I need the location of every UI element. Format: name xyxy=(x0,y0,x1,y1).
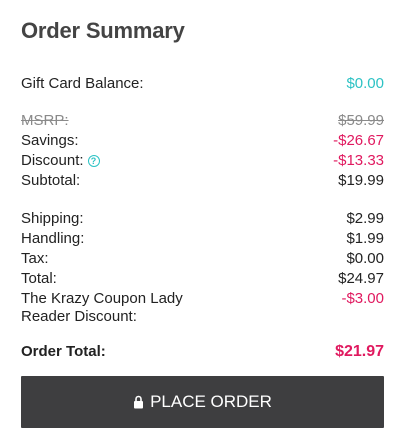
place-order-button[interactable]: PLACE ORDER xyxy=(21,376,384,428)
page-title: Order Summary xyxy=(21,18,185,43)
help-icon[interactable]: ? xyxy=(87,155,100,167)
savings-value: -$26.67 xyxy=(333,132,384,149)
savings-label: Savings: xyxy=(21,132,79,149)
reader-discount-label-line1: The Krazy Coupon Lady xyxy=(21,290,183,307)
gift-card-label: Gift Card Balance: xyxy=(21,75,144,92)
order-total-label: Order Total: xyxy=(21,343,106,360)
subtotal-row: Subtotal: $19.99 xyxy=(21,172,384,190)
total-value: $24.97 xyxy=(338,270,384,287)
order-total-row: Order Total: $21.97 xyxy=(21,343,384,361)
total-row: Total: $24.97 xyxy=(21,270,384,288)
savings-row: Savings: -$26.67 xyxy=(21,132,384,150)
place-order-label: PLACE ORDER xyxy=(150,392,272,411)
reader-discount-label: The Krazy Coupon Lady Reader Discount: xyxy=(21,290,183,326)
gift-card-row: Gift Card Balance: $0.00 xyxy=(21,75,384,93)
total-label: Total: xyxy=(21,270,57,287)
discount-row: Discount: ? -$13.33 xyxy=(21,152,384,170)
order-total-value: $21.97 xyxy=(335,343,384,360)
subtotal-label: Subtotal: xyxy=(21,172,81,189)
tax-row: Tax: $0.00 xyxy=(21,250,384,268)
shipping-value: $2.99 xyxy=(346,210,384,227)
msrp-value: $59.99 xyxy=(338,112,384,129)
msrp-row: MSRP: $59.99 xyxy=(21,112,384,130)
handling-label: Handling: xyxy=(21,230,85,247)
gift-card-value: $0.00 xyxy=(346,75,384,92)
reader-discount-value: -$3.00 xyxy=(341,290,384,307)
handling-value: $1.99 xyxy=(346,230,384,247)
discount-label-group: Discount: ? xyxy=(21,152,100,170)
reader-discount-label-line2: Reader Discount: xyxy=(21,308,137,325)
discount-value: -$13.33 xyxy=(333,152,384,169)
discount-label: Discount: xyxy=(21,152,84,169)
tax-label: Tax: xyxy=(21,250,49,267)
reader-discount-row: The Krazy Coupon Lady Reader Discount: -… xyxy=(21,290,384,326)
handling-row: Handling: $1.99 xyxy=(21,230,384,248)
msrp-label: MSRP: xyxy=(21,112,69,129)
tax-value: $0.00 xyxy=(346,250,384,267)
shipping-label: Shipping: xyxy=(21,210,84,227)
subtotal-value: $19.99 xyxy=(338,172,384,189)
shipping-row: Shipping: $2.99 xyxy=(21,210,384,228)
lock-icon xyxy=(134,395,144,409)
